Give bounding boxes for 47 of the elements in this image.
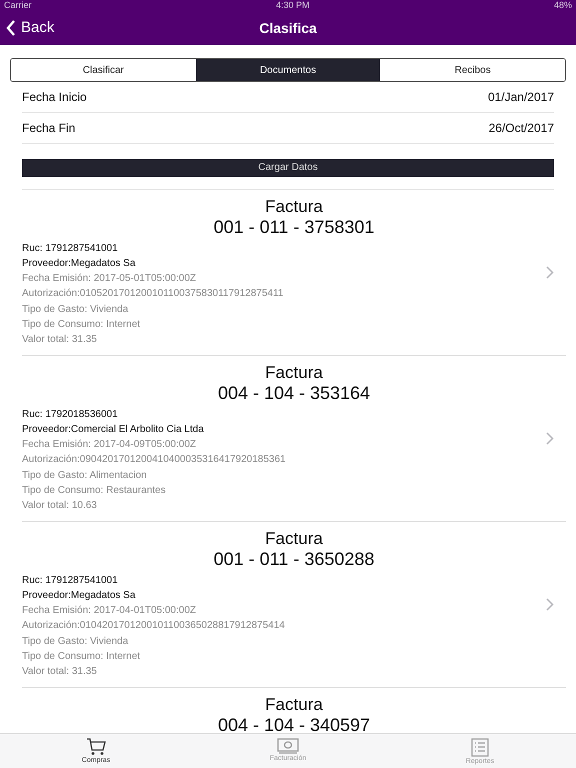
document-detail: Proveedor:Megadatos Sa [22, 588, 136, 603]
list-icon [471, 738, 489, 757]
battery-text: 48% [554, 0, 572, 10]
back-button[interactable]: Back [4, 17, 56, 38]
load-data-button[interactable]: Cargar Datos [22, 158, 554, 176]
chevron-left-icon [6, 20, 16, 36]
document-detail: Ruc: 1792018536001 [22, 408, 118, 422]
document-detail: Autorización:0904201701200410400035316417920185361 [22, 453, 286, 468]
date-value[interactable]: 01/Jan/2017 [488, 90, 554, 104]
clock-text: 4:30 PM [276, 0, 310, 10]
document-type: Factura [264, 528, 324, 548]
document-detail: Tipo de Gasto: Alimentacion [22, 468, 147, 483]
document-detail: Fecha Emisión: 2017-04-09T05:00:00Z [22, 438, 196, 452]
document-number: 004 - 104 - 340597 [216, 714, 372, 733]
document-detail: Proveedor:Megadatos Sa [22, 256, 136, 271]
document-detail: Valor total: 10.63 [22, 499, 97, 514]
document-detail: Fecha Emisión: 2017-04-01T05:00:00Z [22, 604, 196, 618]
screen-title: Clasifica [259, 20, 317, 36]
date-label: Fecha Fin [22, 121, 76, 135]
document-number: 004 - 104 - 353164 [216, 382, 372, 404]
document-detail: Tipo de Gasto: Vivienda [22, 634, 128, 649]
document-detail: Ruc: 1791287541001 [22, 242, 118, 256]
document-detail: Tipo de Consumo: Internet [22, 318, 140, 332]
cart-icon [86, 738, 106, 756]
document-type: Factura [264, 362, 324, 382]
document-number: 001 - 011 - 3758301 [212, 216, 376, 238]
document-detail: Autorización:0104201701200101100365028817912875414 [22, 619, 285, 634]
document-detail: Autorización:0105201701200101100375830117912875411 [22, 287, 284, 302]
document-detail: Valor total: 31.35 [22, 333, 97, 348]
chevron-right-icon [546, 432, 554, 444]
date-value[interactable]: 26/Oct/2017 [488, 121, 554, 135]
document-detail: Ruc: 1791287541001 [22, 574, 118, 588]
document-type: Factura [264, 196, 324, 216]
document-detail: Tipo de Gasto: Vivienda [22, 302, 128, 317]
banknote-icon [277, 738, 299, 754]
chevron-right-icon [546, 598, 554, 610]
document-detail: Fecha Emisión: 2017-05-01T05:00:00Z [22, 272, 196, 286]
segment-tab[interactable]: Documentos [196, 59, 380, 81]
chevron-right-icon [546, 266, 554, 278]
document-detail: Tipo de Consumo: Restaurantes [22, 484, 166, 498]
document-detail: Tipo de Consumo: Internet [22, 650, 140, 664]
date-label: Fecha Inicio [22, 90, 87, 104]
document-detail: Proveedor:Comercial El Arbolito Cia Ltda [22, 422, 204, 437]
document-type: Factura [264, 694, 324, 714]
carrier-text: Carrier [4, 0, 32, 10]
document-number: 001 - 011 - 3650288 [212, 548, 376, 570]
document-detail: Valor total: 31.35 [22, 665, 97, 680]
